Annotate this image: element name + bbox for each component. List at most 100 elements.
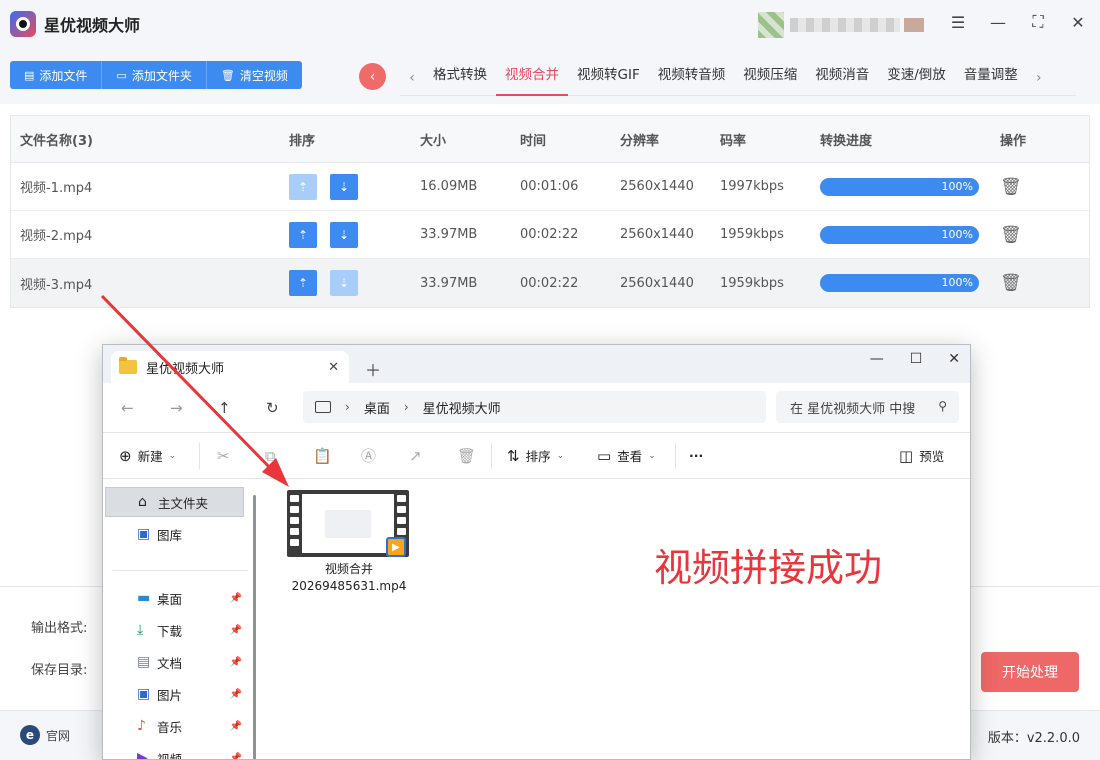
back-arrow-icon[interactable]: ←: [121, 399, 134, 417]
breadcrumb-desktop[interactable]: 桌面: [364, 398, 390, 417]
preview-label: 预览: [919, 449, 945, 464]
sidebar-item-documents[interactable]: ▤ 文档 📌: [105, 647, 244, 677]
delete-icon[interactable]: 🗑: [1000, 177, 1022, 197]
chevron-down-icon: ⌄: [648, 450, 656, 461]
file-name: 视频-1.mp4: [20, 181, 93, 196]
sidebar-item-home[interactable]: ⌂ 主文件夹: [105, 487, 244, 517]
move-up-button[interactable]: ⇡: [289, 173, 317, 200]
explorer-close-button[interactable]: ✕: [948, 351, 960, 367]
sidebar-item-label: 图库: [157, 527, 183, 543]
progress-text: 100%: [941, 276, 973, 289]
explorer-minimize-button[interactable]: —: [870, 351, 884, 367]
close-tab-icon[interactable]: ✕: [328, 360, 339, 375]
sidebar-item-label: 视频: [157, 751, 183, 760]
cut-icon[interactable]: ✂: [217, 447, 230, 465]
sidebar-item-desktop[interactable]: ▬ 桌面 📌: [105, 583, 244, 613]
minimize-button[interactable]: —: [986, 10, 1010, 34]
arrow-down-icon: ⇣: [338, 179, 350, 194]
header-order: 排序: [289, 133, 316, 149]
user-account[interactable]: [758, 12, 924, 38]
forward-arrow-icon[interactable]: →: [170, 399, 183, 417]
desktop-icon: ▬: [137, 590, 151, 606]
start-process-button[interactable]: 开始处理: [981, 652, 1079, 692]
sidebar-scrollbar[interactable]: [253, 495, 256, 759]
delete-icon[interactable]: 🗑: [1000, 225, 1022, 245]
official-site-link[interactable]: e 官网: [20, 725, 70, 745]
search-box[interactable]: 在 星优视频大师 中搜 ⚲: [776, 391, 959, 423]
explorer-tab[interactable]: 星优视频大师 ✕: [111, 351, 349, 383]
paste-icon[interactable]: 📋: [313, 447, 332, 465]
new-button[interactable]: ⊕ 新建 ⌄: [119, 446, 176, 465]
arrow-up-icon: ⇡: [297, 227, 309, 242]
tab-video-merge[interactable]: 视频合并: [496, 60, 568, 96]
merged-file-name[interactable]: 视频合并 20269485631.mp4: [269, 561, 429, 595]
arrow-down-icon: ⇣: [338, 276, 350, 290]
sidebar-item-gallery[interactable]: ▣ 图库: [105, 519, 244, 549]
table-row[interactable]: 视频-2.mp4 ⇡ ⇣ 33.97MB 00:02:22 2560x1440 1…: [11, 211, 1089, 259]
chevron-right-icon: ›: [345, 400, 350, 414]
refresh-icon[interactable]: ↻: [266, 399, 279, 417]
move-up-button[interactable]: ⇡: [289, 221, 317, 248]
tab-video-to-gif[interactable]: 视频转GIF: [568, 60, 649, 96]
move-down-button[interactable]: ⇣: [330, 221, 358, 248]
table-row[interactable]: 视频-1.mp4 ⇡ ⇣ 16.09MB 00:01:06 2560x1440 1…: [11, 163, 1089, 211]
up-arrow-icon[interactable]: ↑: [218, 399, 231, 417]
share-icon[interactable]: ↗: [409, 447, 422, 465]
delete-icon[interactable]: 🗑: [1000, 273, 1022, 293]
clear-videos-label: 清空视频: [239, 68, 288, 83]
tab-format-convert[interactable]: 格式转换: [424, 60, 496, 96]
pin-icon: 📌: [229, 720, 242, 732]
arrow-up-icon: ⇡: [297, 179, 309, 194]
tabs-scroll-right-icon[interactable]: ›: [1027, 70, 1051, 86]
tab-speed-reverse[interactable]: 变速/倒放: [878, 60, 955, 96]
sort-icon: ⇅: [507, 446, 520, 465]
view-button[interactable]: ▭ 查看 ⌄: [597, 446, 656, 465]
move-down-button[interactable]: ⇣: [330, 173, 358, 200]
move-up-button[interactable]: ⇡: [289, 270, 317, 296]
picture-icon: ▣: [137, 686, 151, 702]
delete-icon[interactable]: 🗑: [457, 447, 476, 465]
breadcrumb-folder[interactable]: 星优视频大师: [423, 398, 501, 417]
sort-label: 排序: [525, 449, 551, 464]
tab-video-to-audio[interactable]: 视频转音频: [649, 60, 735, 96]
sidebar-item-label: 桌面: [157, 591, 183, 607]
tab-video-compress[interactable]: 视频压缩: [734, 60, 806, 96]
settings-sliders-icon[interactable]: ☰: [946, 10, 970, 34]
clear-videos-button[interactable]: 🗑 清空视频: [206, 61, 302, 89]
chevron-down-icon: ⌄: [168, 450, 177, 461]
move-down-button[interactable]: ⇣: [330, 270, 358, 296]
add-folder-button[interactable]: ▭ 添加文件夹: [102, 61, 207, 89]
explorer-maximize-button[interactable]: ☐: [910, 351, 923, 367]
new-tab-icon[interactable]: ＋: [365, 357, 381, 381]
table-row[interactable]: 视频-3.mp4 ⇡ ⇣ 33.97MB 00:02:22 2560x1440 1…: [11, 259, 1089, 307]
header-bitrate: 码率: [720, 133, 747, 149]
add-file-button[interactable]: ▤ 添加文件: [10, 61, 103, 89]
window-controls: ☰ — ⛶ ✕: [946, 10, 1090, 34]
preview-button[interactable]: ◫ 预览: [899, 446, 944, 465]
explorer-nav-bar: ← → ↑ ↻ › 桌面 › 星优视频大师 在 星优视频大师 中搜 ⚲: [103, 383, 970, 433]
back-circle-button[interactable]: ‹: [359, 63, 386, 90]
file-size: 16.09MB: [420, 179, 478, 194]
header-resolution: 分辨率: [620, 133, 660, 149]
address-bar[interactable]: › 桌面 › 星优视频大师: [303, 391, 766, 423]
close-button[interactable]: ✕: [1066, 10, 1090, 34]
rename-icon[interactable]: Ⓐ: [361, 445, 376, 466]
header-time: 时间: [520, 133, 547, 149]
document-icon: ▤: [137, 654, 151, 670]
sidebar-item-downloads[interactable]: ⤓ 下载 📌: [105, 615, 244, 645]
tab-volume-adjust[interactable]: 音量调整: [955, 60, 1027, 96]
copy-icon[interactable]: ⧉: [265, 447, 276, 465]
tab-video-mute[interactable]: 视频消音: [806, 60, 878, 96]
header-size: 大小: [420, 133, 447, 149]
sort-button[interactable]: ⇅ 排序 ⌄: [507, 446, 564, 465]
sidebar-item-videos[interactable]: ▶ 视频 📌: [105, 743, 244, 760]
title-bar: 星优视频大师 ☰ — ⛶ ✕: [0, 0, 1100, 48]
more-options-button[interactable]: ···: [689, 448, 703, 463]
avatar[interactable]: [758, 12, 784, 38]
sidebar-item-pictures[interactable]: ▣ 图片 📌: [105, 679, 244, 709]
tabs-scroll-left-icon[interactable]: ‹: [400, 70, 424, 86]
maximize-button[interactable]: ⛶: [1026, 10, 1050, 34]
sidebar-item-music[interactable]: ♪ 音乐 📌: [105, 711, 244, 741]
progress-text: 100%: [941, 227, 973, 241]
sidebar-item-label: 文档: [157, 655, 183, 671]
